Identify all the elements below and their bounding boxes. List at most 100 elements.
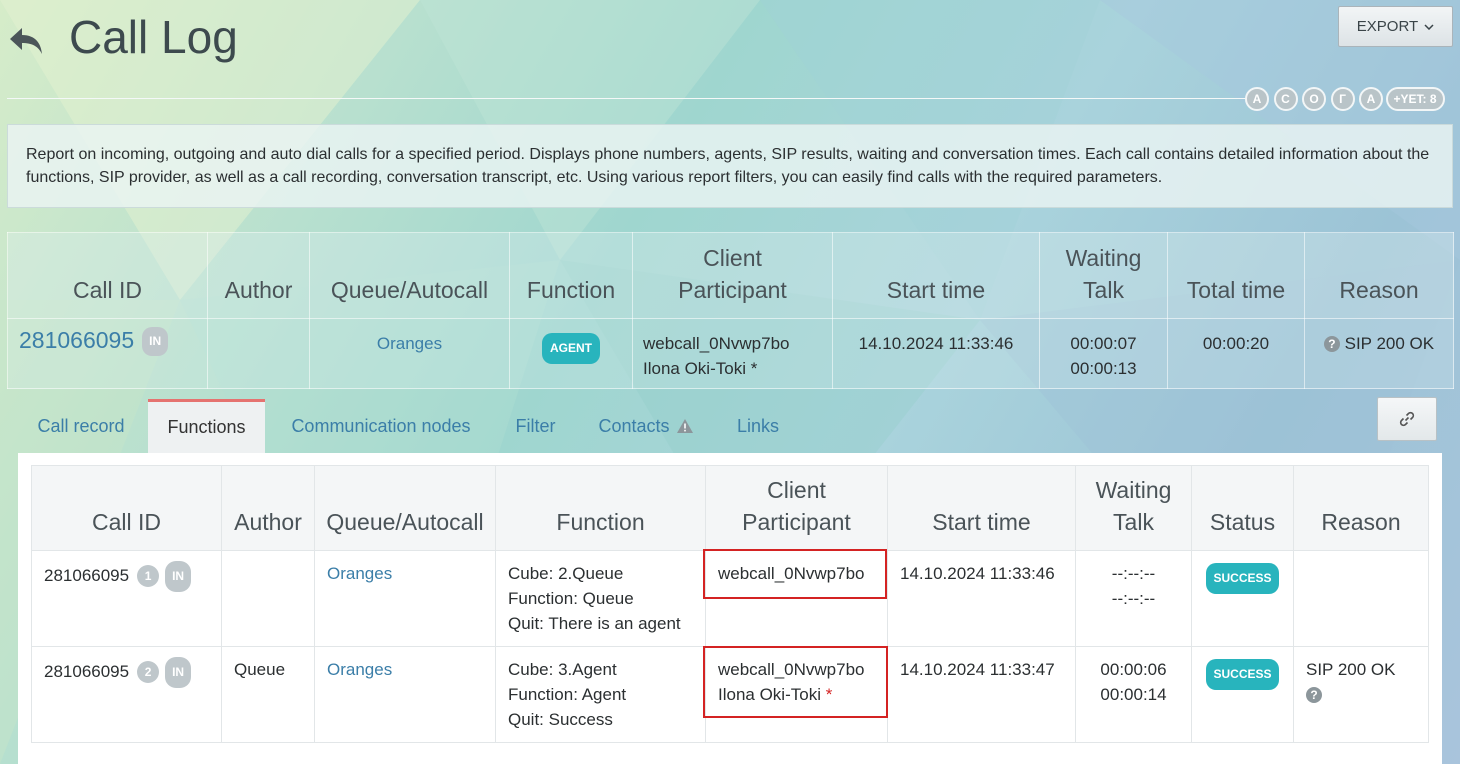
col-author[interactable]: Author — [207, 232, 310, 319]
col-reason[interactable]: Reason — [1304, 232, 1454, 319]
question-icon[interactable]: ? — [1323, 336, 1340, 352]
client-id: webcall_0Nvwp7bo — [643, 334, 790, 353]
table-header-row: Call ID Author Queue/Autocall Function C… — [7, 232, 1454, 319]
export-label: EXPORT — [1356, 18, 1419, 35]
col-waiting-talk[interactable]: Waiting Talk — [1039, 232, 1168, 319]
participant-name: Ilona Oki-Toki — [718, 685, 821, 704]
call-id-link[interactable]: 281066095 — [19, 327, 134, 353]
required-asterisk: * — [825, 685, 833, 704]
cell-start-time: 14.10.2024 11:33:46 — [832, 318, 1040, 389]
queue-link[interactable]: Oranges — [327, 564, 392, 583]
cell-client: webcall_0Nvwp7bo Ilona Oki-Toki * — [705, 646, 888, 743]
chevron-down-icon — [1424, 23, 1434, 30]
col-start-time[interactable]: Start time — [832, 232, 1040, 319]
cell-call-id: 281066095 2 IN — [31, 646, 222, 743]
avatar[interactable]: C — [1273, 87, 1298, 111]
cell-queue: Oranges — [314, 550, 496, 647]
step-number-badge: 1 — [137, 565, 160, 587]
avatar[interactable]: O — [1302, 87, 1326, 111]
functions-table: Call ID Author Queue/Autocall Function C… — [31, 465, 1429, 743]
call-log-table: Call ID Author Queue/Autocall Function C… — [7, 232, 1454, 389]
col-call-id[interactable]: Call ID — [7, 232, 208, 319]
cell-client: webcall_0Nvwp7bo Ilona Oki-Toki * — [632, 318, 833, 389]
avatar[interactable]: A — [1245, 87, 1269, 111]
cell-waiting-talk: --:--:-- --:--:-- — [1075, 550, 1192, 647]
col-total-time[interactable]: Total time — [1167, 232, 1305, 319]
warning-icon — [676, 419, 693, 433]
direction-badge: IN — [165, 657, 192, 688]
talk-time: 00:00:13 — [1070, 359, 1137, 378]
tab-contacts[interactable]: Contacts — [591, 399, 701, 453]
col-waiting-talk[interactable]: Waiting Talk — [1075, 465, 1192, 551]
col-talk-line: Talk — [1113, 509, 1154, 535]
function-badge: AGENT — [542, 333, 600, 364]
tab-label: Call record — [37, 415, 125, 436]
col-client-line1: Client — [703, 245, 762, 271]
talk-time: --:--:-- — [1111, 589, 1156, 608]
quit-reason: Quit: There is an agent — [508, 614, 681, 633]
cell-waiting-talk: 00:00:06 00:00:14 — [1075, 646, 1192, 743]
cell-queue: Oranges — [309, 318, 510, 389]
col-status[interactable]: Status — [1191, 465, 1294, 551]
queue-link[interactable]: Oranges — [377, 334, 442, 353]
tab-label: Communication nodes — [291, 415, 471, 436]
col-client-line2: Participant — [742, 509, 851, 535]
col-queue[interactable]: Queue/Autocall — [314, 465, 496, 551]
detail-tabs: Call record Functions Communication node… — [7, 389, 1453, 453]
cell-reason: ? SIP 200 OK — [1304, 318, 1454, 389]
question-icon[interactable]: ? — [1306, 687, 1322, 703]
cell-start-time: 14.10.2024 11:33:47 — [887, 646, 1076, 743]
participant-line: Ilona Oki-Toki * — [718, 682, 875, 707]
tab-label: Contacts — [598, 415, 670, 436]
waiting-time: --:--:-- — [1111, 564, 1156, 583]
report-description: Report on incoming, outgoing and auto di… — [7, 124, 1453, 208]
direction-badge: IN — [142, 327, 169, 356]
tab-call-record[interactable]: Call record — [25, 399, 137, 453]
copy-link-button[interactable] — [1377, 397, 1437, 441]
avatar[interactable]: Г — [1330, 87, 1355, 111]
waiting-time: 00:00:07 — [1070, 334, 1137, 353]
tab-label: Functions — [167, 417, 246, 437]
cell-call-id: 281066095 IN — [7, 318, 208, 389]
cell-call-id: 281066095 1 IN — [31, 550, 222, 647]
participants-avatars: A C O Г A +YET: 8 — [1245, 87, 1445, 111]
tab-functions[interactable]: Functions — [148, 399, 265, 453]
client-id: webcall_0Nvwp7bo — [718, 564, 865, 583]
col-reason[interactable]: Reason — [1293, 465, 1429, 551]
tab-communication-nodes[interactable]: Communication nodes — [281, 399, 481, 453]
quit-reason: Quit: Success — [508, 710, 613, 729]
table-row[interactable]: 281066095 2 IN Queue Oranges Cube: 3.Agent… — [31, 646, 1429, 743]
functions-header-row: Call ID Author Queue/Autocall Function C… — [31, 465, 1429, 551]
more-avatars-badge[interactable]: +YET: 8 — [1385, 87, 1445, 111]
participant-name: Ilona Oki-Toki * — [643, 359, 758, 378]
avatar[interactable]: A — [1359, 87, 1383, 111]
cell-start-time: 14.10.2024 11:33:46 — [887, 550, 1076, 647]
col-client[interactable]: Client Participant — [632, 232, 833, 319]
col-author[interactable]: Author — [221, 465, 315, 551]
cube-name: Cube: 2.Queue — [508, 564, 624, 583]
col-function[interactable]: Function — [509, 232, 633, 319]
cell-total-time: 00:00:20 — [1167, 318, 1305, 389]
export-button[interactable]: EXPORT — [1338, 6, 1453, 47]
status-badge: SUCCESS — [1206, 659, 1279, 690]
talk-time: 00:00:14 — [1100, 685, 1167, 704]
reason-text: SIP 200 OK — [1306, 660, 1396, 679]
col-client[interactable]: Client Participant — [705, 465, 888, 551]
col-start-time[interactable]: Start time — [887, 465, 1076, 551]
tab-label: Filter — [515, 415, 556, 436]
back-arrow-icon[interactable] — [6, 20, 46, 60]
call-id: 281066095 — [44, 566, 130, 585]
table-row[interactable]: 281066095 IN Oranges AGENT webcall_0Nvwp7… — [7, 318, 1454, 389]
cell-reason — [1293, 550, 1429, 647]
page-title: Call Log — [69, 11, 238, 63]
col-function[interactable]: Function — [495, 465, 706, 551]
table-row[interactable]: 281066095 1 IN Oranges Cube: 2.Queue Funct… — [31, 550, 1429, 647]
cell-author — [221, 550, 315, 647]
cell-status: SUCCESS — [1191, 646, 1294, 743]
col-call-id[interactable]: Call ID — [31, 465, 222, 551]
queue-link[interactable]: Oranges — [327, 660, 392, 679]
tab-filter[interactable]: Filter — [507, 399, 564, 453]
col-waiting-line: Waiting — [1095, 477, 1172, 503]
col-queue[interactable]: Queue/Autocall — [309, 232, 510, 319]
tab-links[interactable]: Links — [729, 399, 787, 453]
